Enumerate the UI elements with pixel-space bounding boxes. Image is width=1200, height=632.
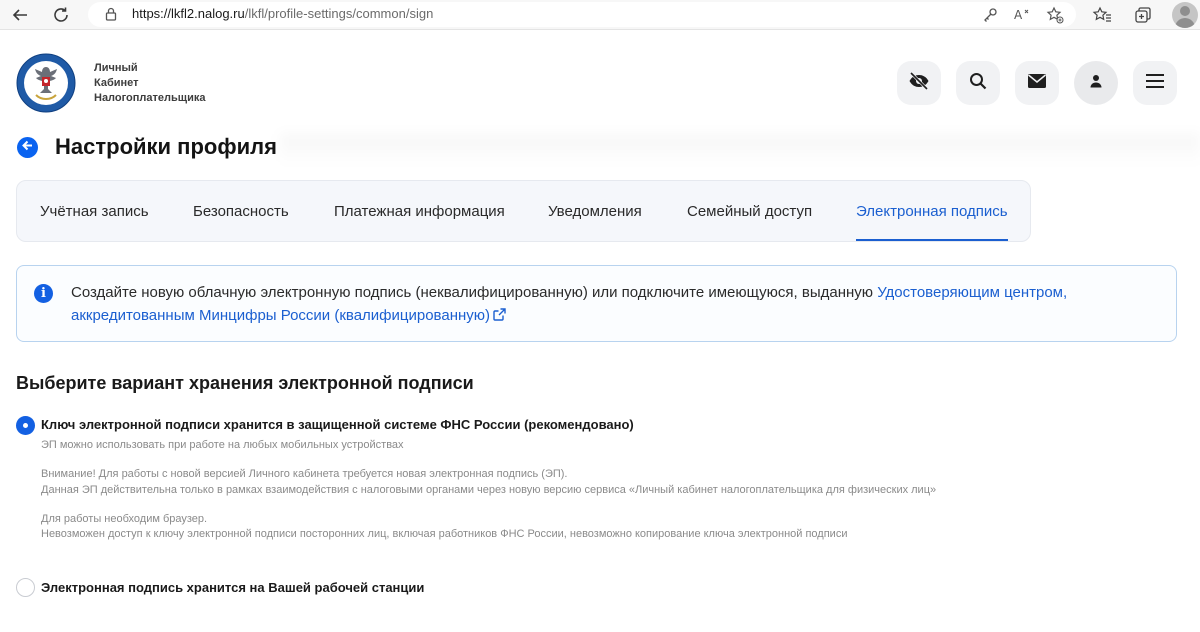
search-icon xyxy=(969,72,987,95)
option-note-security: Невозможен доступ к ключу электронной по… xyxy=(41,528,848,540)
profile-tabs: Учётная запись Безопасность Платежная ин… xyxy=(16,180,1031,242)
browser-toolbar: https://lkfl2.nalog.ru/lkfl/profile-sett… xyxy=(0,0,1200,30)
key-icon[interactable] xyxy=(980,5,1000,25)
brand-name[interactable]: Личный Кабинет Налогоплательщика xyxy=(94,61,205,106)
back-arrow-icon[interactable] xyxy=(8,3,32,27)
option-note-browser: Для работы необходим браузер. xyxy=(41,513,208,525)
tab-notifications[interactable]: Уведомления xyxy=(548,181,642,241)
read-aloud-icon[interactable]: A xyxy=(1012,5,1032,25)
url-host: https://lkfl2.nalog.ru xyxy=(132,6,245,21)
tab-payment-info[interactable]: Платежная информация xyxy=(334,181,505,241)
tab-account[interactable]: Учётная запись xyxy=(40,181,149,241)
favorite-add-icon[interactable] xyxy=(1045,5,1065,25)
accessibility-eye-icon xyxy=(908,71,930,95)
brand-line-3: Налогоплательщика xyxy=(94,92,206,104)
back-button[interactable] xyxy=(17,137,38,158)
info-message: Создайте новую облачную электронную подп… xyxy=(71,284,878,301)
tab-electronic-signature[interactable]: Электронная подпись xyxy=(856,181,1008,241)
favorites-icon[interactable] xyxy=(1090,3,1114,27)
info-icon: i xyxy=(34,284,53,303)
tab-family-access[interactable]: Семейный доступ xyxy=(687,181,812,241)
messages-button[interactable] xyxy=(1015,61,1059,105)
radio-workstation-storage[interactable] xyxy=(16,578,35,597)
section-title: Выберите вариант хранения электронной по… xyxy=(16,373,474,393)
accessibility-button[interactable] xyxy=(897,61,941,105)
info-notice: i Создайте новую облачную электронную по… xyxy=(16,265,1177,342)
tab-security[interactable]: Безопасность xyxy=(193,181,289,241)
url-text[interactable]: https://lkfl2.nalog.ru/lkfl/profile-sett… xyxy=(132,6,433,21)
menu-icon xyxy=(1145,73,1165,94)
title-shadow xyxy=(280,134,1200,166)
option-note-mobile: ЭП можно использовать при работе на любы… xyxy=(41,439,404,451)
lock-icon[interactable] xyxy=(104,7,118,26)
option-note-warning: Внимание! Для работы с новой версией Лич… xyxy=(41,468,568,480)
brand-line-1: Личный xyxy=(94,62,138,74)
link-text-line-1: Удостоверяющим центром, xyxy=(877,284,1068,301)
user-profile-button[interactable] xyxy=(1074,61,1118,105)
search-button[interactable] xyxy=(956,61,1000,105)
option-note-scope: Данная ЭП действительна только в рамках … xyxy=(41,484,937,496)
fns-emblem-logo[interactable] xyxy=(16,53,76,113)
url-path: /lkfl/profile-settings/common/sign xyxy=(244,6,434,21)
option-workstation-storage-label[interactable]: Электронная подпись хранится на Вашей ра… xyxy=(41,580,424,595)
profile-icon[interactable] xyxy=(1172,2,1198,28)
user-icon xyxy=(1089,74,1103,93)
reload-icon[interactable] xyxy=(49,3,73,27)
arrow-left-icon xyxy=(21,139,34,157)
option-fns-storage-label[interactable]: Ключ электронной подписи хранится в защи… xyxy=(41,417,634,432)
address-bar[interactable]: https://lkfl2.nalog.ru/lkfl/profile-sett… xyxy=(88,2,1076,27)
svg-text:A: A xyxy=(1014,8,1023,22)
mail-icon xyxy=(1027,73,1047,94)
info-text: Создайте новую облачную электронную подп… xyxy=(71,281,1161,328)
radio-fns-storage[interactable] xyxy=(16,416,35,435)
external-link-icon xyxy=(493,305,506,328)
menu-button[interactable] xyxy=(1133,61,1177,105)
collections-icon[interactable] xyxy=(1131,3,1155,27)
page-title: Настройки профиля xyxy=(55,134,277,159)
link-text-line-2: аккредитованным Минцифры России (квалифи… xyxy=(71,307,491,324)
brand-line-2: Кабинет xyxy=(94,77,139,89)
